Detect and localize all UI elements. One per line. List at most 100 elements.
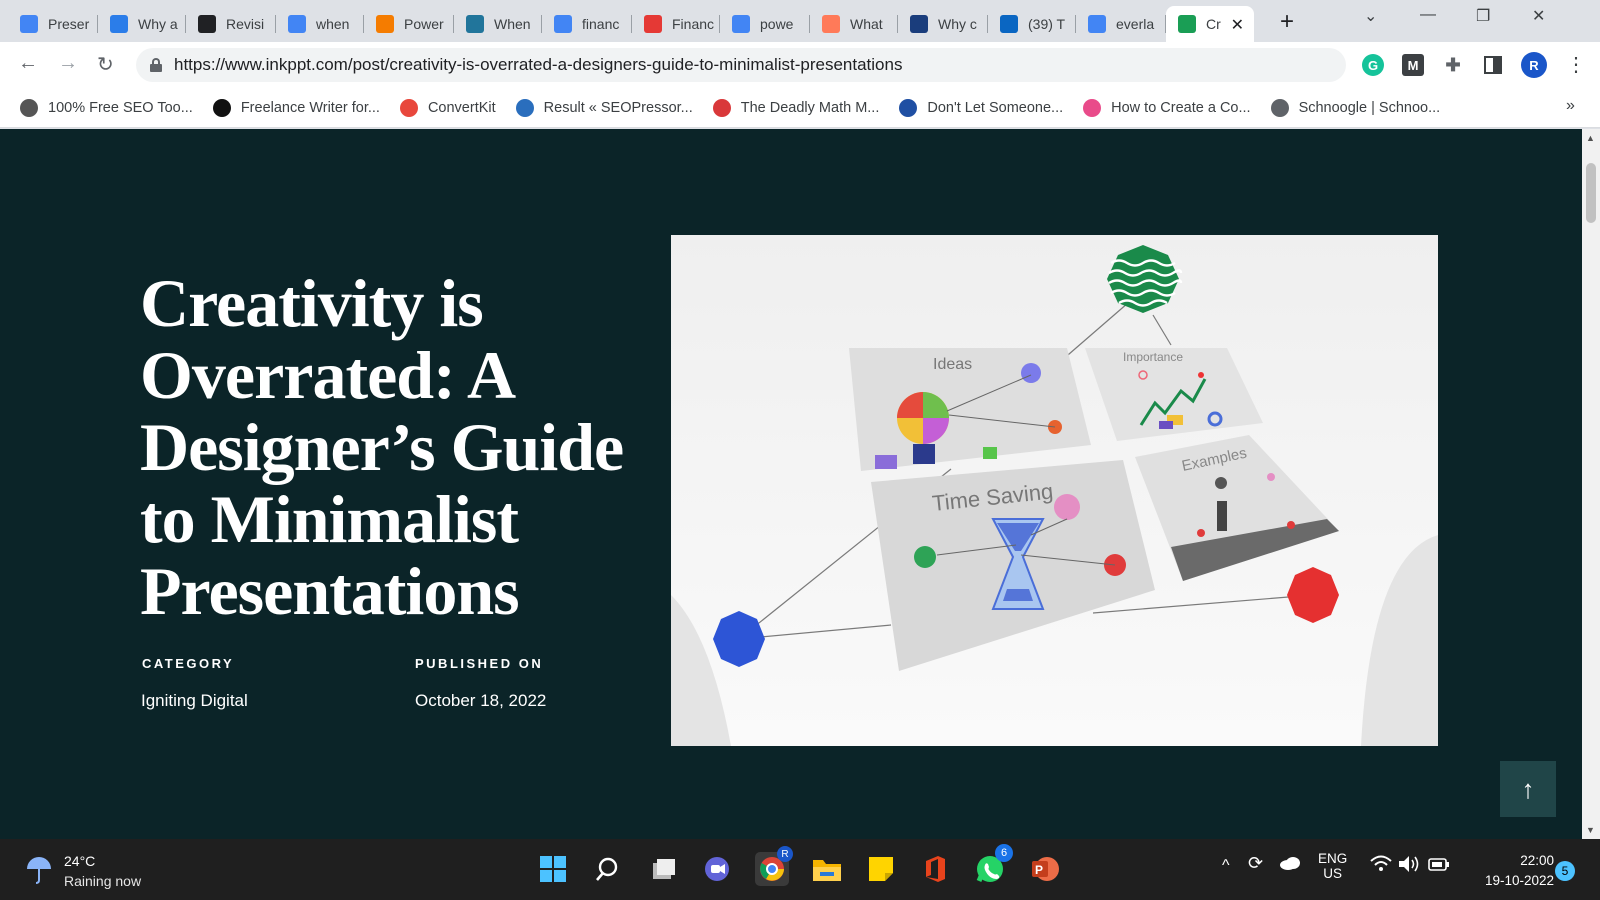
lock-icon[interactable] [150,58,162,72]
reload-button[interactable]: ↻ [97,52,114,77]
scroll-down-arrow-icon[interactable]: ▼ [1586,825,1595,835]
minimize-button[interactable]: — [1420,6,1436,24]
scroll-to-top-button[interactable]: ↑ [1500,761,1556,817]
tab-title: When [494,16,531,32]
hero-label-importance: Importance [1123,350,1183,364]
hero-label-ideas: Ideas [933,356,972,373]
chrome-profile-badge: R [777,846,793,862]
chrome-taskbar-icon[interactable]: R [755,846,793,886]
bookmarks-overflow-icon[interactable]: » [1566,97,1575,115]
tab-title: when [316,16,350,32]
page-scrollbar[interactable]: ▲ ▼ [1582,129,1600,839]
tab-title: powe [760,16,794,32]
profile-avatar[interactable]: R [1521,52,1547,78]
published-date: October 18, 2022 [415,691,547,710]
onedrive-cloud-icon[interactable] [1278,855,1302,874]
battery-icon[interactable] [1428,855,1450,876]
teams-chat-icon[interactable] [700,852,734,886]
language-indicator[interactable]: ENG US [1318,851,1347,881]
google-icon [1088,15,1106,33]
tab-title: Cr [1206,16,1221,32]
search-icon[interactable] [590,852,624,886]
notification-count-badge[interactable]: 5 [1555,861,1575,881]
arrow-up-icon: ↑ [1521,773,1535,804]
browser-tab[interactable]: everla [1076,6,1166,42]
tab-search-icon[interactable]: ⌄ [1364,6,1377,26]
google-icon [554,15,572,33]
tab-title: Preser [48,16,90,32]
bookmark-item[interactable]: Schnoogle | Schnoo... [1270,98,1441,117]
address-bar[interactable]: https://www.inkppt.com/post/creativity-i… [136,48,1346,82]
tab-title: Why a [138,16,178,32]
forward-button[interactable]: → [58,52,78,75]
system-clock[interactable]: 22:00 19-10-2022 [1464,851,1554,891]
tab-title: What [850,16,883,32]
browser-tab[interactable]: Power [364,6,454,42]
new-tab-button[interactable]: + [1280,8,1294,36]
browser-tab[interactable]: What [810,6,898,42]
close-tab-icon[interactable]: ✕ [1231,15,1244,35]
tray-chevron-up-icon[interactable]: ^ [1222,857,1230,875]
seopressor-icon [515,98,534,117]
bookmark-item[interactable]: Freelance Writer for... [212,98,380,117]
money-icon [712,98,731,117]
weather-description[interactable]: Raining now [64,873,141,889]
tab-title: Why c [938,16,977,32]
grammarly-extension-icon[interactable]: G [1362,54,1384,76]
bookmark-item[interactable]: Don't Let Someone... [899,98,1063,117]
tab-title: Financ [672,16,715,32]
bookmark-item[interactable]: ConvertKit [399,98,496,117]
close-window-button[interactable]: ✕ [1532,6,1545,26]
restore-button[interactable]: ❐ [1476,6,1490,26]
a-icon [899,98,918,117]
weather-temperature[interactable]: 24°C [64,853,95,869]
wifi-icon[interactable] [1370,855,1392,878]
mail-extension-icon[interactable]: M [1402,54,1424,76]
menu-kebab-icon[interactable]: ⋮ [1566,52,1586,77]
bookmark-item[interactable]: How to Create a Co... [1083,98,1251,117]
tab-title: (39) T [1028,16,1066,32]
windows-taskbar: 24°C Raining now R 6 P ^ ⟳ ENG US 22:00 … [0,839,1600,900]
browser-tab[interactable]: financ [542,6,632,42]
office-icon[interactable] [918,852,952,886]
sticky-notes-icon[interactable] [864,852,898,886]
scrollbar-thumb[interactable] [1586,163,1596,223]
tab-strip: Preser Why a Revisi when Power When financ Fina… [0,0,1600,42]
extensions-puzzle-icon[interactable]: ✚ [1442,54,1464,76]
bookmark-item[interactable]: The Deadly Math M... [712,98,879,117]
whatsapp-icon[interactable]: 6 [973,844,1013,886]
bookmark-item[interactable]: Result « SEOPressor... [515,98,693,117]
sync-icon[interactable]: ⟳ [1248,853,1263,874]
browser-tab[interactable]: Why a [98,6,186,42]
browser-tab[interactable]: Cr ✕ [1166,6,1254,42]
scroll-up-arrow-icon[interactable]: ▲ [1586,133,1595,143]
category-label: CATEGORY [142,656,235,671]
category-link[interactable]: Igniting Digital [141,691,248,711]
task-view-icon[interactable] [646,852,680,886]
svg-text:P: P [1035,863,1043,877]
powerpoint-icon[interactable]: P [1028,852,1062,886]
back-button[interactable]: ← [18,52,38,75]
tab-title: financ [582,16,620,32]
side-panel-icon[interactable] [1482,54,1504,76]
weather-umbrella-icon[interactable] [24,855,54,890]
browser-tab[interactable]: (39) T [988,6,1076,42]
file-explorer-icon[interactable] [810,852,844,886]
browser-tab[interactable]: Preser [8,6,98,42]
windows-start-icon[interactable] [536,852,570,886]
url-text[interactable]: https://www.inkppt.com/post/creativity-i… [174,55,902,75]
browser-tab[interactable]: When [454,6,542,42]
bookmark-item[interactable]: 100% Free SEO Too... [20,98,193,117]
browser-tab[interactable]: Financ [632,6,720,42]
orange-circle-icon [376,15,394,33]
browser-tab[interactable]: powe [720,6,810,42]
google-icon [288,15,306,33]
tab-title: Revisi [226,16,265,32]
browser-tab[interactable]: Revisi [186,6,276,42]
24-icon [644,15,662,33]
browser-tab[interactable]: when [276,6,364,42]
hubspot-icon [822,15,840,33]
volume-icon[interactable] [1398,855,1420,876]
browser-tab[interactable]: Why c [898,6,988,42]
bookmark-label: Schnoogle | Schnoo... [1298,99,1441,116]
